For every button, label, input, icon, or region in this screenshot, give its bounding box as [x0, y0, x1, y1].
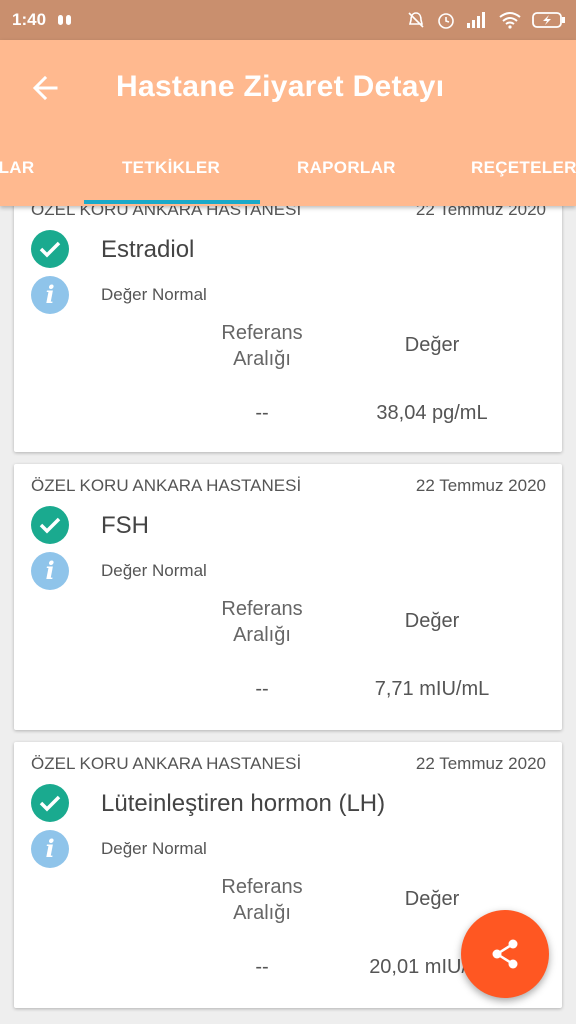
walking-icon — [58, 15, 72, 25]
check-icon — [31, 230, 69, 268]
result-date: 22 Temmuz 2020 — [415, 754, 546, 773]
result-date: 22 Temmuz 2020 — [415, 206, 546, 219]
wifi-icon — [499, 12, 521, 29]
value-header: Değer — [404, 888, 460, 910]
back-button[interactable] — [28, 70, 64, 106]
status-text: Değer Normal — [101, 561, 207, 580]
tab-bar: KLAR TETKİKLER RAPORLAR REÇETELER — [0, 140, 576, 206]
tab-tetkikler[interactable]: TETKİKLER — [122, 158, 220, 178]
results-list[interactable]: ÖZEL KORU ANKARA HASTANESİ 22 Temmuz 202… — [0, 206, 576, 1024]
app-bar: Hastane Ziyaret Detayı KLAR TETKİKLER RA… — [0, 40, 576, 206]
test-name: Lüteinleştiren hormon (LH) — [101, 790, 386, 817]
value-header: Değer — [404, 610, 460, 632]
ref-range-value: -- — [255, 956, 269, 978]
ref-range-header: Referans Aralığı — [221, 598, 303, 646]
mute-icon — [408, 12, 424, 28]
check-icon — [31, 784, 69, 822]
test-name: FSH — [101, 512, 149, 539]
tab-indicator — [84, 200, 260, 204]
status-time: 1:40 — [12, 10, 47, 29]
signal-icon — [467, 12, 485, 28]
result-value: 7,71 mIU/mL — [374, 678, 490, 700]
ref-range-header: Referans Aralığı — [221, 876, 303, 924]
ref-range-value: -- — [255, 402, 269, 424]
result-value: 38,04 pg/mL — [376, 402, 488, 424]
result-card[interactable]: ÖZEL KORU ANKARA HASTANESİ 22 Temmuz 202… — [14, 464, 562, 730]
tab-receteler[interactable]: REÇETELER — [471, 158, 576, 178]
result-date: 22 Temmuz 2020 — [415, 476, 546, 495]
info-icon: i — [31, 830, 69, 868]
info-icon: i — [31, 552, 69, 590]
result-card[interactable]: ÖZEL KORU ANKARA HASTANESİ 22 Temmuz 202… — [14, 206, 562, 452]
tab-raporlar[interactable]: RAPORLAR — [297, 158, 396, 178]
value-header: Değer — [404, 334, 460, 356]
battery-charging-icon — [532, 12, 565, 28]
share-button[interactable] — [461, 910, 549, 998]
hospital-name: ÖZEL KORU ANKARA HASTANESİ — [31, 206, 302, 219]
hospital-name: ÖZEL KORU ANKARA HASTANESİ — [31, 476, 302, 495]
alarm-icon — [438, 13, 454, 29]
status-icons — [406, 0, 566, 40]
test-name: Estradiol — [101, 236, 195, 263]
page-title: Hastane Ziyaret Detayı — [116, 70, 445, 103]
ref-range-value: -- — [255, 678, 269, 700]
arrow-left-icon — [32, 75, 58, 101]
status-text: Değer Normal — [101, 839, 207, 858]
tab-kliniklar[interactable]: KLAR — [0, 158, 34, 178]
hospital-name: ÖZEL KORU ANKARA HASTANESİ — [31, 754, 302, 773]
status-bar: 1:40 — [0, 0, 576, 40]
check-icon — [31, 506, 69, 544]
status-text: Değer Normal — [101, 285, 207, 304]
info-icon: i — [31, 276, 69, 314]
share-icon — [492, 939, 518, 969]
ref-range-header: Referans Aralığı — [221, 322, 303, 370]
